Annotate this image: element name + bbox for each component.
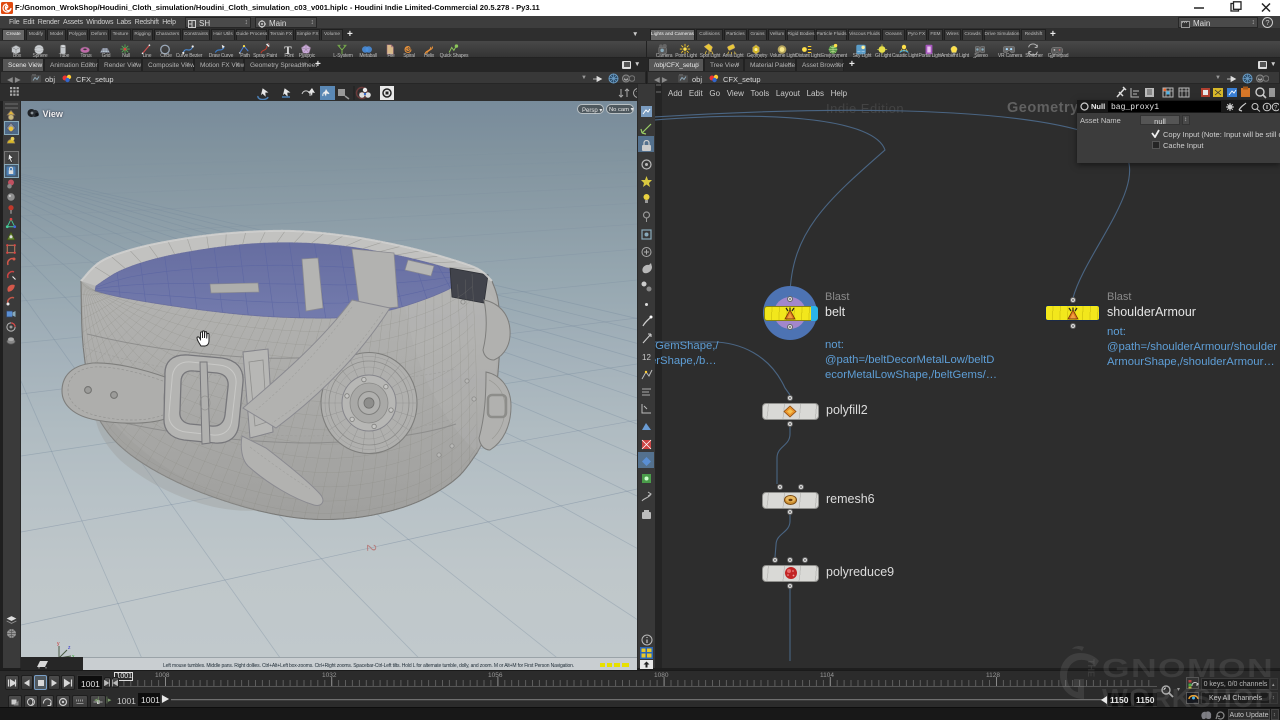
- svg-text:?: ?: [1265, 18, 1269, 27]
- svg-text:2: 2: [364, 544, 379, 552]
- svg-text:12: 12: [642, 353, 651, 362]
- svg-text:z: z: [68, 645, 71, 651]
- svg-text:y: y: [57, 641, 60, 647]
